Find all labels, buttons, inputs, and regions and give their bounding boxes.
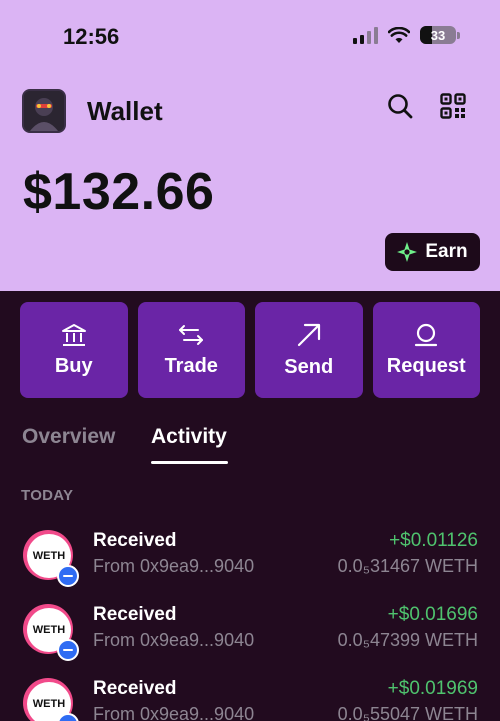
search-button[interactable] (384, 90, 416, 122)
transaction-from: From 0x9ea9...9040 (93, 630, 255, 650)
trade-label: Trade (164, 354, 218, 377)
avatar-image (24, 91, 64, 131)
header-section: 12:56 33 Wallet $132.66 Earn (0, 0, 500, 291)
swap-arrows-icon (179, 324, 204, 345)
cellular-signal-icon (353, 26, 378, 44)
request-label: Request (386, 354, 466, 377)
earn-button[interactable]: Earn (385, 233, 480, 271)
earn-sparkle-icon (397, 242, 418, 262)
transaction-usd-value: +$0.01969 (387, 678, 478, 699)
transaction-from: From 0x9ea9...9040 (93, 704, 255, 721)
transaction-row[interactable]: WETH Received From 0x9ea9...9040 +$0.019… (0, 678, 500, 721)
transaction-row[interactable]: WETH Received From 0x9ea9...9040 +$0.016… (0, 604, 500, 678)
earn-label: Earn (425, 241, 468, 262)
transaction-title: Received (93, 604, 177, 625)
battery-icon: 33 (420, 26, 460, 44)
transaction-token-amount: 0.0₅55047 WETH (337, 704, 478, 721)
weth-token-icon: WETH (23, 604, 79, 661)
transaction-title: Received (93, 678, 177, 699)
transaction-token-amount: 0.0₅31467 WETH (337, 556, 478, 576)
total-balance: $132.66 (23, 163, 215, 221)
avatar[interactable] (22, 89, 66, 133)
buy-button[interactable]: Buy (20, 302, 128, 398)
weth-token-icon: WETH (23, 678, 79, 721)
request-icon (415, 323, 438, 346)
transaction-usd-value: +$0.01126 (389, 530, 478, 551)
chain-badge-icon (57, 565, 79, 587)
trade-button[interactable]: Trade (137, 302, 245, 398)
transaction-usd-value: +$0.01696 (387, 604, 478, 625)
chain-badge-icon (57, 639, 79, 661)
status-icons: 33 (353, 26, 460, 44)
qr-code-icon (440, 93, 466, 119)
weth-token-icon: WETH (23, 530, 79, 587)
battery-level: 33 (430, 27, 446, 43)
tab-activity[interactable]: Activity (151, 425, 227, 449)
wifi-icon (388, 26, 410, 43)
transaction-from: From 0x9ea9...9040 (93, 556, 255, 576)
tab-overview[interactable]: Overview (22, 425, 115, 449)
request-button[interactable]: Request (372, 302, 480, 398)
search-icon (388, 94, 413, 119)
arrow-up-right-icon (297, 323, 320, 346)
qr-code-button[interactable] (437, 90, 469, 122)
send-button[interactable]: Send (255, 302, 363, 398)
transaction-title: Received (93, 530, 177, 551)
transaction-token-amount: 0.0₅47399 WETH (337, 630, 478, 650)
transaction-row[interactable]: WETH Received From 0x9ea9...9040 +$0.011… (0, 530, 500, 604)
buy-label: Buy (54, 354, 93, 377)
send-label: Send (284, 355, 334, 378)
section-header-today: TODAY (21, 487, 74, 504)
status-time: 12:56 (63, 24, 120, 49)
action-buttons: Buy Trade Send Request (20, 302, 480, 398)
bank-icon (61, 323, 86, 346)
active-tab-indicator (151, 461, 228, 464)
page-title: Wallet (87, 96, 163, 126)
